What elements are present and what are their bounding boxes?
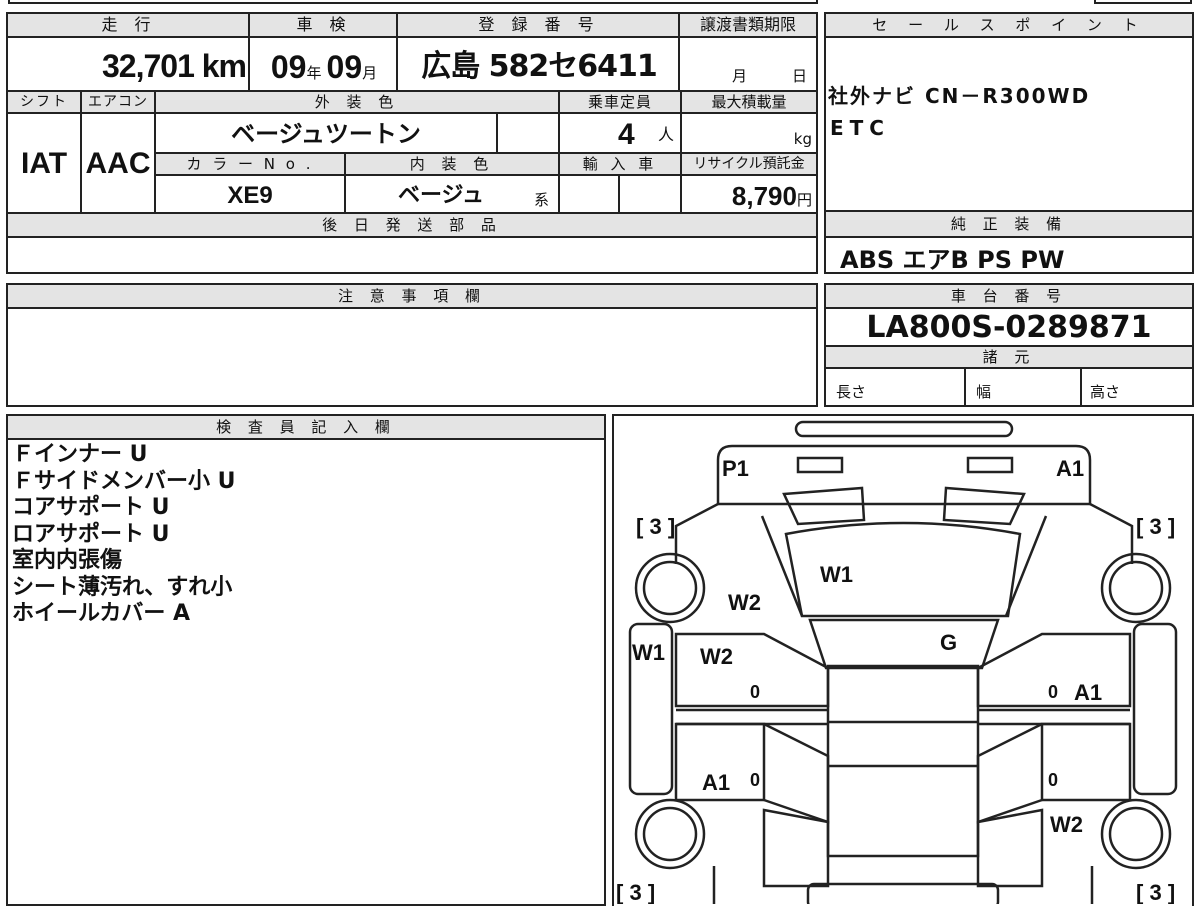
inspector-note: ホイールカバー A bbox=[12, 601, 191, 626]
recycle-header: リサイクル預託金 bbox=[682, 154, 816, 174]
recycle-value: 8,790円 bbox=[682, 176, 816, 212]
tire-rl-value: 3 bbox=[629, 880, 641, 904]
mark-windshield: G bbox=[940, 630, 957, 655]
color-no-header: カ ラ ー N o . bbox=[156, 154, 344, 174]
capacity-header: 乗車定員 bbox=[560, 92, 680, 112]
capacity-value: 4 人 bbox=[560, 114, 680, 152]
ext-color-value: ベージュツートン bbox=[231, 120, 421, 148]
tire-rl-mark: [ 3 ] bbox=[616, 880, 655, 904]
import-header: 輸 入 車 bbox=[560, 154, 680, 174]
shift-value: IAT bbox=[20, 147, 68, 180]
ext-color-blank bbox=[498, 114, 558, 152]
shaken-month-unit: 月 bbox=[362, 64, 378, 82]
tire-fr-value: 3 bbox=[1149, 514, 1161, 539]
tire-fl-value: 3 bbox=[649, 514, 661, 539]
genuine-equipment-value: ABS エアB PS PW bbox=[840, 246, 1065, 274]
mark-left-front-door: W2 bbox=[700, 644, 733, 669]
main-info-table: 走 行 車 検 登 録 番 号 譲渡書類期限 32,701 km 09年 09月… bbox=[6, 12, 818, 274]
int-color-header: 内 装 色 bbox=[346, 154, 558, 174]
mark-front-left: P1 bbox=[722, 456, 749, 481]
spec-width-label: 幅 bbox=[976, 383, 992, 401]
tire-rr-value: 3 bbox=[1149, 880, 1161, 904]
mark-front-right: A1 bbox=[1056, 456, 1084, 481]
car-diagram-box: P1 A1 W1 W2 G W1 W2 A1 A1 W2 [ 3 ] [ 3 ]… bbox=[612, 414, 1194, 906]
inspector-note: ロアサポート U bbox=[12, 521, 170, 547]
tire-fr-mark: [ 3 ] bbox=[1136, 514, 1175, 539]
mileage-value: 32,701 km bbox=[101, 48, 247, 84]
inspector-note: シート薄汚れ、すれ小 bbox=[12, 574, 233, 600]
sales-point-line-2: ETC bbox=[830, 116, 890, 140]
tire-rr-mark: [ 3 ] bbox=[1136, 880, 1175, 904]
shaken-header: 車 検 bbox=[250, 14, 398, 38]
max-load-header: 最大積載量 bbox=[682, 92, 816, 112]
mark-right-rear-fender: W2 bbox=[1050, 812, 1083, 837]
caution-box: 注 意 事 項 欄 bbox=[6, 283, 818, 407]
zero-mark: 0 bbox=[750, 682, 760, 702]
mileage-header: 走 行 bbox=[8, 14, 250, 38]
top-strip-right bbox=[1094, 0, 1192, 4]
spec-length-label: 長さ bbox=[836, 383, 867, 401]
int-color-value: ベージュ 系 bbox=[346, 176, 558, 212]
sales-point-header: セ ー ル ス ポ イ ン ト bbox=[826, 14, 1192, 36]
genuine-equipment-header: 純 正 装 備 bbox=[826, 212, 1192, 236]
deadline-value: 月 日 bbox=[680, 38, 816, 90]
chassis-header: 車 台 番 号 bbox=[826, 285, 1192, 307]
recycle-number: 8,790 bbox=[731, 181, 797, 211]
mark-right-front-door: A1 bbox=[1074, 680, 1102, 705]
mark-hood: W1 bbox=[820, 562, 853, 587]
ext-color-header: 外 装 色 bbox=[156, 92, 558, 112]
top-strip bbox=[8, 0, 818, 4]
color-no-value: XE9 bbox=[227, 182, 273, 209]
registration-value: 広島 582セ6411 bbox=[421, 49, 658, 84]
zero-mark: 0 bbox=[1048, 682, 1058, 702]
shaken-month: 09 bbox=[326, 49, 363, 85]
mark-left-rear-door: A1 bbox=[702, 770, 730, 795]
sales-point-box: セ ー ル ス ポ イ ン ト 社外ナビ CN－R300WD ETC bbox=[824, 12, 1194, 212]
inspector-note: 室内内張傷 bbox=[12, 548, 123, 573]
aircon-header: エアコン bbox=[82, 92, 154, 112]
sales-point-line-1: 社外ナビ CN－R300WD bbox=[828, 84, 1091, 108]
int-color-text: ベージュ bbox=[398, 183, 485, 208]
later-parts-header: 後 日 発 送 部 品 bbox=[8, 214, 816, 236]
mark-left-pillar: W1 bbox=[632, 640, 665, 665]
chassis-box: 車 台 番 号 LA800S-0289871 諸 元 長さ 幅 高さ bbox=[824, 283, 1194, 407]
mark-left-front-fender: W2 bbox=[728, 590, 761, 615]
chassis-number: LA800S-0289871 bbox=[866, 310, 1152, 345]
capacity-number: 4 bbox=[618, 118, 635, 151]
zero-mark: 0 bbox=[750, 770, 760, 790]
inspector-note: Ｆインナー U bbox=[12, 442, 148, 467]
specs-header: 諸 元 bbox=[826, 347, 1192, 367]
inspector-note: コアサポート U bbox=[12, 495, 170, 520]
shaken-value: 09年 09月 bbox=[250, 38, 398, 90]
genuine-equipment-box: 純 正 装 備 ABS エアB PS PW bbox=[824, 212, 1194, 274]
zero-mark: 0 bbox=[1048, 770, 1058, 790]
import-cell-2 bbox=[620, 176, 680, 212]
car-diagram: P1 A1 W1 W2 G W1 W2 A1 A1 W2 [ 3 ] [ 3 ]… bbox=[616, 420, 1178, 904]
deadline-header: 譲渡書類期限 bbox=[680, 14, 816, 38]
aircon-value: AAC bbox=[85, 147, 151, 180]
registration-header: 登 録 番 号 bbox=[398, 14, 680, 38]
shift-header: シフト bbox=[8, 92, 80, 112]
spec-height-label: 高さ bbox=[1090, 383, 1121, 401]
shaken-year-unit: 年 bbox=[306, 64, 322, 82]
recycle-unit: 円 bbox=[796, 191, 812, 209]
import-cell-1 bbox=[560, 176, 618, 212]
max-load-value: kg bbox=[793, 130, 812, 148]
inspector-notes: Ｆインナー U Ｆサイドメンバー小 U コアサポート U ロアサポート U 室内… bbox=[12, 442, 236, 628]
inspector-note: Ｆサイドメンバー小 U bbox=[12, 468, 236, 494]
caution-header: 注 意 事 項 欄 bbox=[8, 285, 816, 307]
shaken-year: 09 bbox=[270, 49, 307, 85]
tire-fl-mark: [ 3 ] bbox=[636, 514, 675, 539]
inspector-header: 検 査 員 記 入 欄 bbox=[8, 416, 604, 438]
capacity-unit: 人 bbox=[658, 125, 675, 144]
